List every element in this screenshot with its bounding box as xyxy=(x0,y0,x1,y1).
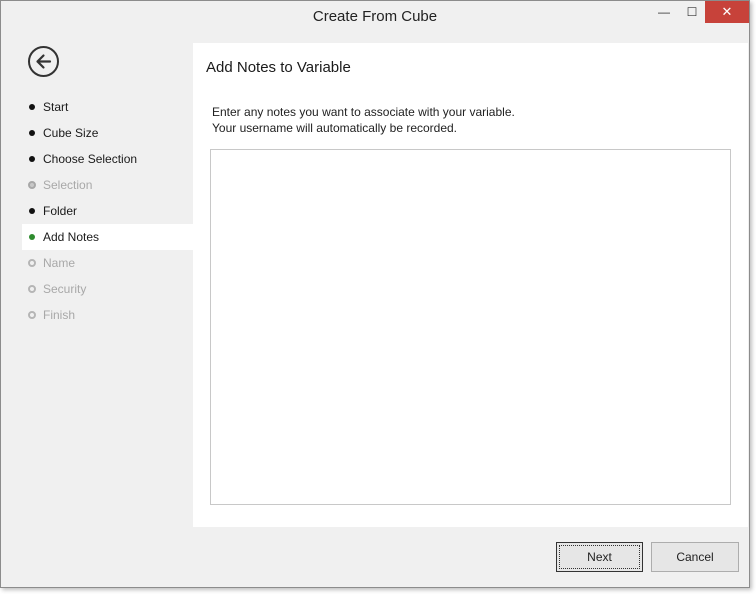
step-label: Start xyxy=(43,100,69,114)
next-button[interactable]: Next xyxy=(556,542,643,572)
step-current-icon xyxy=(29,234,35,240)
step-complete-icon xyxy=(29,156,35,162)
instructions-text: Enter any notes you want to associate wi… xyxy=(212,104,515,136)
step-folder[interactable]: Folder xyxy=(22,198,193,224)
main-panel: Add Notes to Variable Enter any notes yo… xyxy=(193,43,748,527)
step-security: Security xyxy=(22,276,193,302)
step-complete-icon xyxy=(29,130,35,136)
step-choose-selection[interactable]: Choose Selection xyxy=(22,146,193,172)
close-button[interactable]: ✕ xyxy=(705,1,749,23)
step-label: Choose Selection xyxy=(43,152,138,166)
step-selection: Selection xyxy=(22,172,193,198)
step-pending-icon xyxy=(28,285,36,293)
wizard-steps: Start Cube Size Choose Selection Selecti… xyxy=(22,94,193,328)
back-button[interactable] xyxy=(28,46,59,77)
step-complete-icon xyxy=(29,208,35,214)
minimize-button[interactable]: — xyxy=(651,1,677,23)
step-label: Security xyxy=(43,282,87,296)
step-name: Name xyxy=(22,250,193,276)
step-label: Add Notes xyxy=(43,230,100,244)
step-label: Name xyxy=(43,256,76,270)
page-title: Add Notes to Variable xyxy=(206,59,351,76)
wizard-sidebar: Start Cube Size Choose Selection Selecti… xyxy=(22,43,193,527)
step-label: Finish xyxy=(43,308,76,322)
title-bar[interactable]: Create From Cube — ☐ ✕ xyxy=(1,1,749,32)
step-pending-icon xyxy=(28,311,36,319)
step-add-notes[interactable]: Add Notes xyxy=(22,224,193,250)
dialog-window: Create From Cube — ☐ ✕ Start Cube Size C… xyxy=(0,0,750,588)
step-complete-icon xyxy=(29,104,35,110)
maximize-button[interactable]: ☐ xyxy=(679,1,705,23)
cancel-button[interactable]: Cancel xyxy=(651,542,739,572)
step-skipped-icon xyxy=(28,181,36,189)
step-label: Cube Size xyxy=(43,126,99,140)
step-cube-size[interactable]: Cube Size xyxy=(22,120,193,146)
step-pending-icon xyxy=(28,259,36,267)
back-arrow-icon xyxy=(36,54,52,69)
step-label: Folder xyxy=(43,204,78,218)
step-start[interactable]: Start xyxy=(22,94,193,120)
instruction-line: Enter any notes you want to associate wi… xyxy=(212,105,515,119)
step-finish: Finish xyxy=(22,302,193,328)
notes-textarea[interactable] xyxy=(210,149,731,505)
instruction-line: Your username will automatically be reco… xyxy=(212,121,458,135)
step-label: Selection xyxy=(43,178,93,192)
window-title: Create From Cube xyxy=(312,8,438,25)
